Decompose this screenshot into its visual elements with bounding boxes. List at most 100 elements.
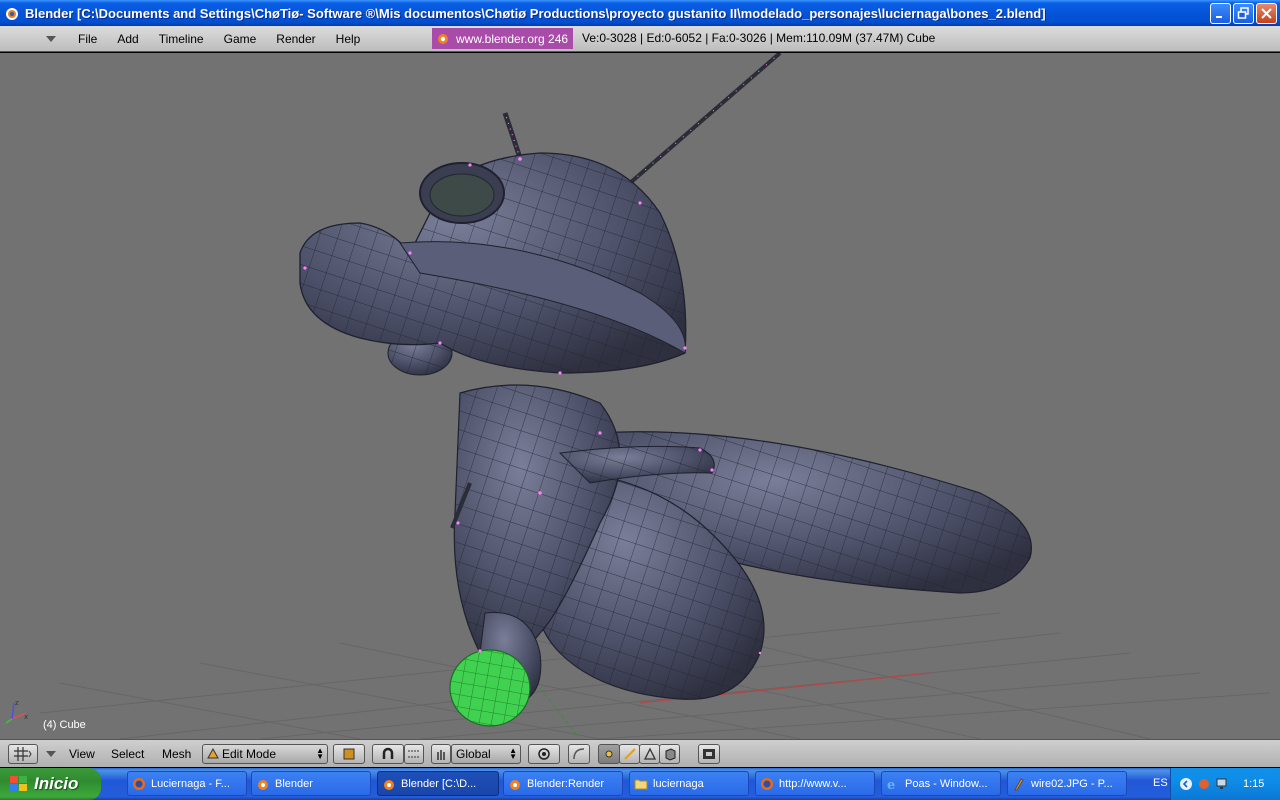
render-preview-button[interactable]: [698, 744, 720, 764]
taskbar-item-blender-active[interactable]: Blender [C:\D...: [377, 771, 499, 796]
svg-text:e: e: [887, 778, 895, 791]
version-label: www.blender.org 246: [456, 31, 569, 46]
svg-text:x: x: [24, 713, 28, 721]
axis-gizmo-icon: z x: [5, 699, 28, 724]
blender-icon: [258, 779, 268, 790]
collapse-menu-icon[interactable]: [44, 32, 58, 46]
occlude-button[interactable]: [659, 744, 680, 764]
blender-logo-icon: [438, 33, 448, 44]
solid-shading-icon: [343, 748, 355, 760]
info-header: File Add Timeline Game Render Help www.b…: [0, 26, 1280, 52]
firefox-icon: [133, 777, 145, 790]
task-label: http://www.v...: [779, 777, 847, 790]
draw-type-button[interactable]: [333, 744, 365, 764]
dots-icon: [408, 750, 420, 758]
edge-select-button[interactable]: [619, 744, 640, 764]
system-tray: 1:15: [1170, 768, 1280, 800]
menu-timeline[interactable]: Timeline: [149, 32, 214, 46]
svg-text:z: z: [15, 699, 19, 707]
network-icon[interactable]: [1215, 777, 1231, 791]
folder-icon: [634, 779, 648, 789]
dropdown-arrow-icon: ▲ ▼: [316, 746, 324, 761]
head-mesh: [299, 152, 687, 374]
blender-app-icon: [6, 8, 18, 20]
menu-select[interactable]: Select: [111, 747, 144, 767]
cube-icon: [665, 748, 675, 761]
start-label: Inicio: [34, 774, 79, 793]
manipulator-toggle[interactable]: [431, 744, 451, 764]
task-label: Blender [C:\D...: [401, 777, 477, 790]
blender-icon: [510, 779, 520, 790]
window-title-bar[interactable]: Blender [C:\Documents and Settings\ChøTi…: [0, 0, 1280, 26]
clock[interactable]: 1:15: [1243, 778, 1264, 790]
taskbar-item-blender[interactable]: Blender: [251, 771, 371, 796]
hand-icon: [437, 750, 445, 760]
snap-icon: [573, 748, 585, 760]
tray-app-icon[interactable]: [1197, 777, 1211, 791]
selected-foot: [449, 649, 531, 727]
minimize-button[interactable]: [1210, 2, 1231, 24]
tray-expand-icon[interactable]: [1179, 777, 1193, 791]
close-button[interactable]: [1256, 2, 1277, 24]
close-icon: [1261, 7, 1272, 19]
pivot-button[interactable]: [372, 744, 404, 764]
task-label: Blender:Render: [527, 777, 605, 790]
windows-taskbar: Inicio Luciernaga - F... Blender Blender…: [0, 768, 1280, 800]
mode-selector[interactable]: Edit Mode ▲ ▼: [202, 744, 328, 764]
snap-button[interactable]: [568, 744, 590, 764]
face-select-button[interactable]: [639, 744, 660, 764]
scene-stats: Ve:0-3028 | Ed:0-6052 | Fa:0-3026 | Mem:…: [582, 31, 936, 45]
edge-select-icon: [623, 748, 636, 760]
mode-label: Edit Mode: [222, 747, 277, 761]
menu-mesh[interactable]: Mesh: [162, 747, 191, 767]
language-indicator[interactable]: ES: [1153, 777, 1168, 789]
scene-render: [39, 53, 1271, 739]
3d-viewport[interactable]: z x (4) Cube: [0, 53, 1280, 739]
magnet-icon: [382, 747, 394, 759]
taskbar-item-blender-render[interactable]: Blender:Render: [503, 771, 623, 796]
firefox-icon: [761, 777, 773, 790]
task-label: luciernaga: [653, 777, 704, 790]
blender-icon: [384, 779, 394, 790]
menu-add[interactable]: Add: [107, 32, 148, 46]
task-label: Poas - Window...: [905, 777, 988, 790]
restore-icon: [1237, 6, 1249, 19]
vertex-select-icon: [605, 750, 613, 758]
menu-render[interactable]: Render: [266, 32, 325, 46]
collapse-menu-icon[interactable]: [44, 748, 58, 760]
task-label: Blender: [275, 777, 313, 790]
vertex-select-button[interactable]: [598, 744, 620, 764]
window-title: Blender [C:\Documents and Settings\ChøTi…: [25, 5, 1046, 21]
paint-icon: [1014, 777, 1024, 790]
proportional-edit-button[interactable]: [528, 744, 560, 764]
active-object-label: (4) Cube: [43, 719, 86, 731]
task-label: wire02.JPG - P...: [1031, 777, 1113, 790]
taskbar-item-wire02[interactable]: wire02.JPG - P...: [1007, 771, 1127, 796]
edit-mode-icon: [207, 748, 219, 759]
editor-type-button[interactable]: [8, 744, 38, 764]
ie-icon: e: [887, 778, 895, 791]
taskbar-item-luciernaga-firefox[interactable]: Luciernaga - F...: [127, 771, 247, 796]
taskbar-item-luciernaga-folder[interactable]: luciernaga: [629, 771, 749, 796]
layer-button[interactable]: [404, 744, 424, 764]
grid-view-icon: [14, 747, 32, 761]
menu-file[interactable]: File: [68, 32, 107, 46]
taskbar-item-http[interactable]: http://www.v...: [755, 771, 875, 796]
menu-view[interactable]: View: [69, 747, 95, 767]
start-button[interactable]: Inicio: [0, 768, 101, 800]
restore-button[interactable]: [1233, 2, 1254, 24]
task-label: Luciernaga - F...: [151, 777, 230, 790]
taskbar-item-poas[interactable]: e Poas - Window...: [881, 771, 1001, 796]
minimize-icon: [1216, 15, 1222, 18]
orientation-label: Global: [456, 747, 491, 761]
menu-help[interactable]: Help: [326, 32, 371, 46]
windows-flag-icon: [10, 776, 27, 791]
orientation-selector[interactable]: Global ▲ ▼: [451, 744, 521, 764]
image-icon: [703, 749, 715, 759]
dropdown-arrow-icon: ▲ ▼: [509, 746, 517, 761]
target-icon: [538, 748, 550, 760]
menu-game[interactable]: Game: [214, 32, 267, 46]
blender-version-link[interactable]: www.blender.org 246: [432, 28, 573, 49]
3d-view-header: View Select Mesh Edit Mode ▲ ▼ Global ▲ ▼: [0, 739, 1280, 767]
face-select-icon: [643, 747, 656, 760]
